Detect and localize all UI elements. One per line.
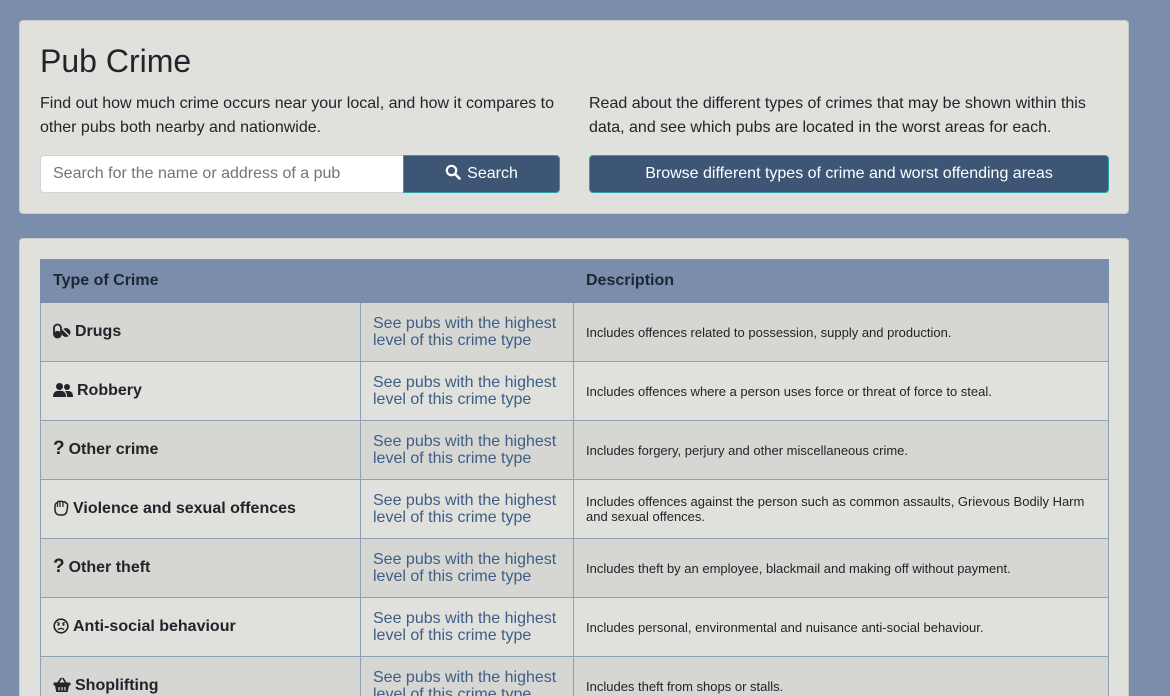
highest-level-link[interactable]: See pubs with the highest level of this … (373, 610, 561, 644)
crime-type-label: Other theft (68, 559, 151, 576)
table-row: ? Other crime See pubs with the highest l… (40, 420, 1109, 480)
users-icon (53, 382, 73, 398)
crime-type-cell: Robbery (40, 361, 361, 421)
search-button-label: Search (467, 165, 518, 182)
intro-card: Pub Crime Find out how much crime occurs… (19, 20, 1129, 214)
table-row: Violence and sexual offences See pubs wi… (40, 479, 1109, 539)
column-header-description: Description (573, 259, 1109, 303)
column-header-type: Type of Crime (40, 259, 574, 303)
highest-level-link[interactable]: See pubs with the highest level of this … (373, 374, 561, 408)
angry-face-icon (53, 618, 69, 634)
crime-type-label: Anti-social behaviour (73, 618, 236, 635)
page-title: Pub Crime (40, 43, 192, 79)
crime-type-label: Shoplifting (75, 677, 159, 694)
crime-description: Includes personal, environmental and nui… (573, 597, 1109, 657)
crime-type-cell: Shoplifting (40, 656, 361, 696)
basket-icon (53, 677, 71, 693)
table-row: Anti-social behaviour See pubs with the … (40, 597, 1109, 657)
table-row: Shoplifting See pubs with the highest le… (40, 656, 1109, 696)
highest-level-link[interactable]: See pubs with the highest level of this … (373, 551, 561, 585)
crime-types-card: Type of Crime Description Drugs See pubs… (19, 238, 1129, 696)
question-icon: ? (53, 438, 65, 459)
crime-type-cell: Violence and sexual offences (40, 479, 361, 539)
crime-description: Includes theft by an employee, blackmail… (573, 538, 1109, 598)
crime-type-label: Drugs (75, 323, 122, 340)
crime-type-cell: Drugs (40, 302, 361, 362)
crime-type-cell: Anti-social behaviour (40, 597, 361, 657)
crime-description: Includes offences related to possession,… (573, 302, 1109, 362)
search-input[interactable] (40, 155, 404, 193)
search-button[interactable]: Search (403, 155, 560, 193)
search-icon (445, 164, 461, 185)
table-header-row: Type of Crime Description (40, 259, 1109, 303)
crime-type-label: Robbery (77, 382, 142, 399)
table-row: Drugs See pubs with the highest level of… (40, 302, 1109, 362)
intro-text: Find out how much crime occurs near your… (40, 95, 555, 136)
crime-type-cell: ? Other theft (40, 538, 361, 598)
crime-description: Includes offences against the person suc… (573, 479, 1109, 539)
highest-level-link[interactable]: See pubs with the highest level of this … (373, 669, 561, 696)
crime-type-label: Violence and sexual offences (73, 500, 296, 517)
highest-level-link[interactable]: See pubs with the highest level of this … (373, 492, 561, 526)
browse-crime-types-button[interactable]: Browse different types of crime and wors… (589, 155, 1109, 193)
crime-description: Includes offences where a person uses fo… (573, 361, 1109, 421)
table-row: Robbery See pubs with the highest level … (40, 361, 1109, 421)
crime-type-label: Other crime (68, 441, 159, 458)
crime-description: Includes forgery, perjury and other misc… (573, 420, 1109, 480)
crime-type-cell: ? Other crime (40, 420, 361, 480)
highest-level-link[interactable]: See pubs with the highest level of this … (373, 315, 561, 349)
fist-icon (53, 500, 69, 516)
pills-icon (53, 323, 71, 339)
highest-level-link[interactable]: See pubs with the highest level of this … (373, 433, 561, 467)
table-row: ? Other theft See pubs with the highest l… (40, 538, 1109, 598)
crime-description: Includes theft from shops or stalls. (573, 656, 1109, 696)
question-icon: ? (53, 556, 65, 577)
browse-intro-text: Read about the different types of crimes… (589, 95, 1086, 136)
crime-types-table: Type of Crime Description Drugs See pubs… (40, 259, 1109, 696)
